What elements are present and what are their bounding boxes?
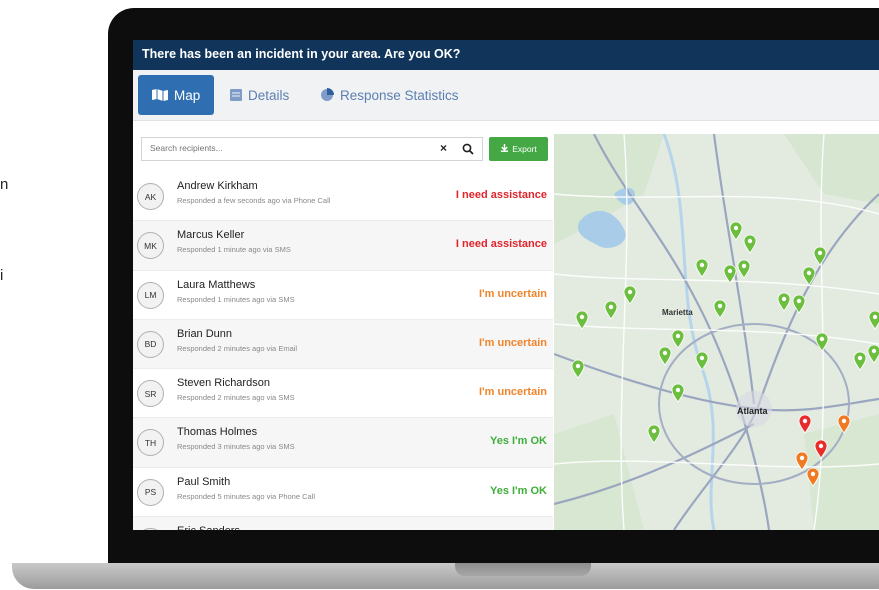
recipient-row[interactable]: MK Marcus Keller Responded 1 minute ago vi… <box>133 221 553 271</box>
response-detail: Responded 5 minutes ago via Phone Call <box>177 491 316 501</box>
map-label-atlanta: Atlanta <box>737 406 768 416</box>
laptop-base <box>12 563 879 589</box>
tab-map[interactable]: Map <box>138 75 215 115</box>
clipped-text-fragment: n <box>0 176 9 193</box>
recipient-row[interactable]: LM Laura Matthews Responded 1 minutes ago … <box>133 271 553 320</box>
recipient-row[interactable]: BD Brian Dunn Responded 2 minutes ago via … <box>133 319 553 370</box>
avatar: SR <box>137 380 164 408</box>
status-label: I'm uncertain <box>478 287 547 300</box>
recipient-row[interactable]: ESEric SandersYes I'm OK <box>133 517 553 530</box>
response-detail: Responded 1 minute ago via SMS <box>177 245 291 255</box>
tab-label: Map <box>174 87 201 103</box>
incident-banner: There has been an incident in your area.… <box>133 40 879 70</box>
clear-icon[interactable]: × <box>440 141 447 155</box>
map-label-marietta: Marietta <box>662 308 693 317</box>
avatar: AK <box>137 183 164 210</box>
avatar: BD <box>137 330 164 358</box>
response-detail: Responded 1 minutes ago via SMS <box>177 294 295 304</box>
response-detail: Responded 3 minutes ago via SMS <box>177 442 295 452</box>
laptop-notch <box>455 563 591 576</box>
export-button[interactable]: Export <box>489 137 548 161</box>
response-detail: Responded a few seconds ago via Phone Ca… <box>177 196 331 205</box>
avatar: MK <box>137 232 164 260</box>
recipient-name: Thomas Holmes <box>177 426 258 439</box>
status-label: I'm uncertain <box>478 336 547 349</box>
search-icon[interactable] <box>462 142 474 160</box>
search-box: × <box>141 137 483 161</box>
recipient-name: Steven Richardson <box>177 377 270 390</box>
laptop-screen: There has been an incident in your area.… <box>133 40 879 530</box>
response-detail: Responded 2 minutes ago via Email <box>177 343 298 353</box>
status-label: I need assistance <box>455 189 547 201</box>
recipient-list: AK Andrew Kirkham Responded a few seconds … <box>133 172 553 530</box>
status-label: Yes I'm OK <box>489 484 547 497</box>
details-icon <box>230 89 242 101</box>
recipient-name: Brian Dunn <box>177 327 233 340</box>
status-label: I'm uncertain <box>478 386 547 399</box>
recipient-name: Eric Sanders <box>177 525 240 530</box>
status-label: I need assistance <box>455 238 547 251</box>
pie-chart-icon <box>320 88 334 102</box>
recipient-name: Andrew Kirkham <box>177 180 258 192</box>
recipients-panel: × Export AK Andrew Kirkham Responded a few… <box>133 134 553 530</box>
tab-details[interactable]: Details <box>230 75 289 115</box>
download-icon <box>500 143 509 155</box>
recipient-row[interactable]: TH Thomas Holmes Responded 3 minutes ago v… <box>133 418 553 468</box>
tab-label: Details <box>248 87 290 103</box>
avatar: LM <box>137 281 164 309</box>
tab-bar: Map Details Response Statistics <box>133 70 879 121</box>
recipient-row[interactable]: PS Paul Smith Responded 5 minutes ago via … <box>133 468 553 518</box>
clipped-text-fragment: i <box>0 267 4 284</box>
export-label: Export <box>512 144 537 154</box>
tab-label: Response Statistics <box>340 87 459 103</box>
banner-title: There has been an incident in your area.… <box>142 47 461 61</box>
avatar: ES <box>137 528 164 530</box>
recipient-row[interactable]: AK Andrew Kirkham Responded a few seconds … <box>133 172 553 222</box>
recipient-name: Marcus Keller <box>177 229 245 242</box>
recipient-name: Paul Smith <box>177 475 231 488</box>
recipient-row[interactable]: SR Steven Richardson Responded 2 minutes a… <box>133 369 553 419</box>
avatar: TH <box>137 429 164 457</box>
response-detail: Responded 2 minutes ago via SMS <box>177 393 295 403</box>
avatar: PS <box>137 478 164 506</box>
tab-response-statistics[interactable]: Response Statistics <box>320 75 459 115</box>
recipient-name: Laura Matthews <box>177 278 256 291</box>
incident-map[interactable]: Marietta Atlanta <box>554 134 879 530</box>
status-label: Yes I'm OK <box>489 435 547 448</box>
map-icon <box>152 89 168 101</box>
search-input[interactable] <box>142 138 448 158</box>
